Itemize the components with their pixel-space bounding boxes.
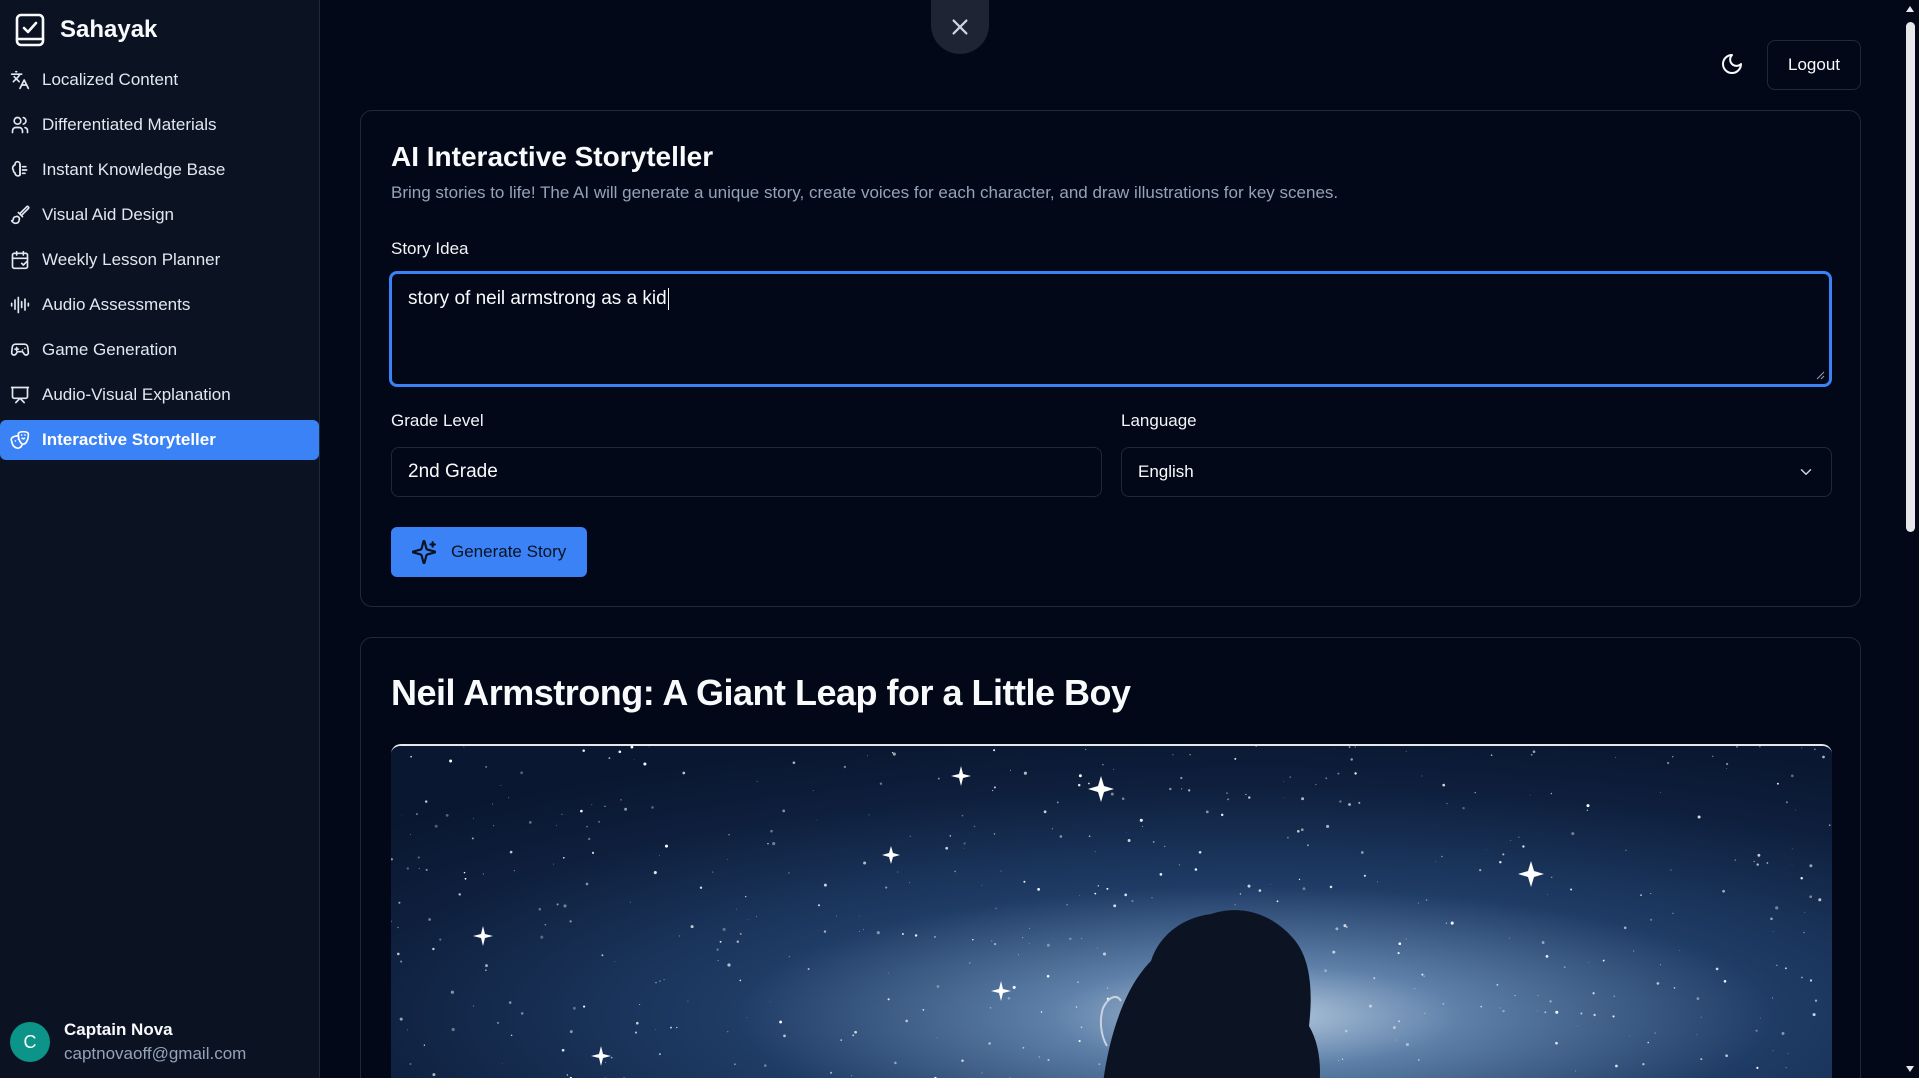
story-illustration	[391, 744, 1832, 1078]
sidebar-item-audio-visual-explanation[interactable]: Audio-Visual Explanation	[0, 375, 319, 415]
theme-toggle-button[interactable]	[1716, 48, 1748, 80]
brush-icon	[10, 205, 30, 225]
language-select[interactable]: English	[1121, 447, 1832, 497]
translate-icon	[10, 70, 30, 90]
grade-level-label: Grade Level	[391, 411, 484, 430]
sidebar-item-audio-assessments[interactable]: Audio Assessments	[0, 285, 319, 325]
story-title: Neil Armstrong: A Giant Leap for a Littl…	[391, 672, 1131, 713]
moon-icon	[1722, 54, 1742, 74]
sidebar-item-instant-knowledge-base[interactable]: Instant Knowledge Base	[0, 150, 319, 190]
app-root: Sahayak Localized Content Differentiated…	[0, 0, 1919, 1078]
calendar-icon	[11, 250, 29, 270]
sidebar-item-label: Game Generation	[42, 340, 178, 359]
audio-lines-icon	[10, 296, 30, 314]
chevron-down-icon	[1800, 469, 1812, 475]
sidebar-item-localized-content[interactable]: Localized Content	[0, 60, 319, 100]
user-name: Captain Nova	[64, 1020, 173, 1039]
sidebar-nav: Localized Content Differentiated Materia…	[0, 60, 320, 465]
storyteller-form-card: AI Interactive Storyteller Bring stories…	[360, 110, 1861, 607]
grade-level-input[interactable]: 2nd Grade	[391, 447, 1102, 497]
app-name: Sahayak	[60, 16, 158, 43]
story-idea-label: Story Idea	[391, 239, 469, 258]
starry-sky-illustration	[391, 746, 1832, 1078]
sidebar-item-label: Instant Knowledge Base	[42, 160, 226, 179]
sidebar-item-game-generation[interactable]: Game Generation	[0, 330, 319, 370]
sidebar-item-label: Audio-Visual Explanation	[42, 385, 231, 404]
grade-level-value: 2nd Grade	[408, 461, 498, 482]
resize-handle-icon[interactable]	[1815, 370, 1825, 380]
avatar: C	[10, 1022, 50, 1062]
scroll-up-arrow-icon[interactable]	[1905, 4, 1915, 14]
story-idea-textarea[interactable]: story of neil armstrong as a kid	[389, 271, 1832, 387]
sidebar-item-label: Weekly Lesson Planner	[42, 250, 221, 269]
brand[interactable]: Sahayak	[14, 12, 157, 48]
brain-icon	[11, 160, 28, 177]
scroll-down-arrow-icon[interactable]	[1905, 1064, 1915, 1074]
sidebar-item-label: Audio Assessments	[42, 295, 191, 314]
user-info: Captain Nova captnovaoff@gmail.com	[64, 1020, 246, 1064]
logout-button[interactable]: Logout	[1767, 40, 1861, 90]
user-profile[interactable]: C Captain Nova captnovaoff@gmail.com	[10, 1020, 246, 1064]
story-output-card: Neil Armstrong: A Giant Leap for a Littl…	[360, 637, 1861, 1078]
sparkles-icon	[411, 539, 437, 565]
sidebar-item-differentiated-materials[interactable]: Differentiated Materials	[0, 105, 319, 145]
sidebar-item-label: Interactive Storyteller	[42, 430, 216, 449]
sidebar-item-label: Differentiated Materials	[42, 115, 217, 134]
text-caret	[667, 288, 669, 310]
page-title: AI Interactive Storyteller	[391, 141, 714, 172]
gamepad-icon	[10, 343, 30, 356]
scrollbar-thumb[interactable]	[1906, 22, 1915, 532]
generate-story-button[interactable]: Generate Story	[391, 527, 587, 577]
page-description: Bring stories to life! The AI will gener…	[391, 183, 1339, 202]
sidebar-item-label: Localized Content	[42, 70, 179, 89]
language-value: English	[1138, 462, 1194, 481]
story-idea-value: story of neil armstrong as a kid	[408, 288, 667, 310]
language-label: Language	[1121, 411, 1197, 430]
sidebar-item-weekly-lesson-planner[interactable]: Weekly Lesson Planner	[0, 240, 319, 280]
sidebar-item-interactive-storyteller[interactable]: Interactive Storyteller	[0, 420, 319, 460]
checklist-book-icon	[15, 13, 45, 47]
presentation-icon	[10, 386, 30, 404]
page-scrollbar[interactable]	[1901, 0, 1919, 1078]
sidebar: Sahayak Localized Content Differentiated…	[0, 0, 320, 1078]
sidebar-item-visual-aid-design[interactable]: Visual Aid Design	[0, 195, 319, 235]
drama-icon	[10, 430, 30, 449]
sidebar-item-label: Visual Aid Design	[42, 205, 174, 224]
user-email: captnovaoff@gmail.com	[64, 1044, 247, 1063]
generate-story-label: Generate Story	[451, 542, 567, 561]
users-icon	[11, 116, 29, 134]
close-icon	[952, 19, 968, 35]
close-button[interactable]	[931, 0, 989, 54]
